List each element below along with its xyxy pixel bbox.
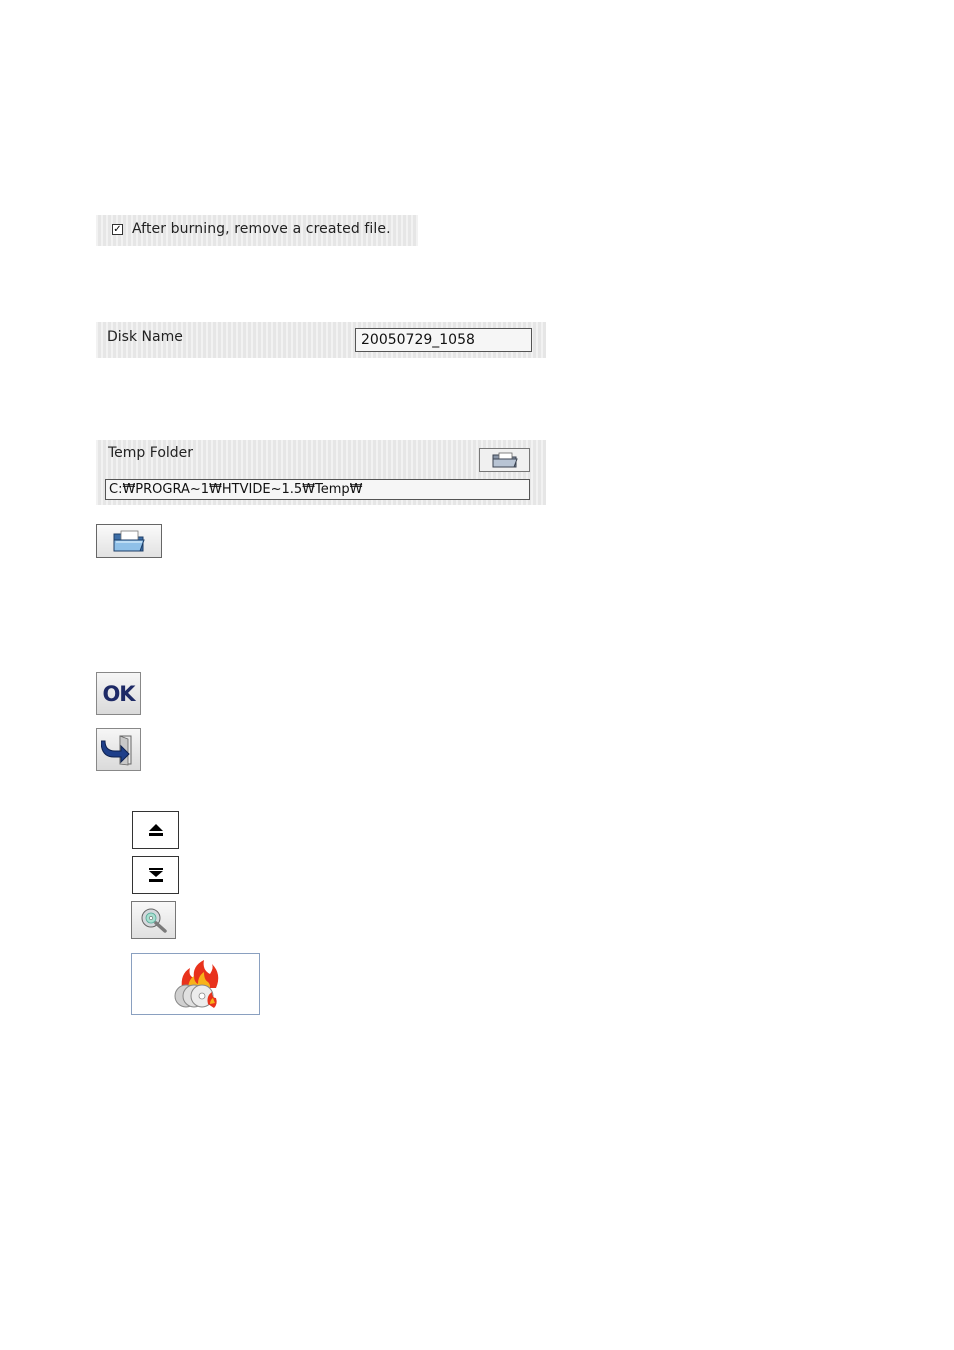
- eject-up-icon: [148, 824, 163, 836]
- ok-button-label: OK: [102, 681, 135, 706]
- burn-disc-icon: [174, 960, 218, 1008]
- ok-button[interactable]: OK: [96, 672, 141, 715]
- remove-file-option: ✓ After burning, remove a created file.: [96, 215, 418, 246]
- move-down-button[interactable]: [132, 856, 179, 894]
- disk-name-panel: Disk Name 20050729_1058: [96, 322, 546, 358]
- disc-search-button[interactable]: [131, 901, 176, 939]
- disk-name-label: Disk Name: [107, 329, 183, 345]
- exit-arrow-icon: [100, 734, 131, 765]
- move-up-button[interactable]: [132, 811, 179, 849]
- folder-open-icon: [113, 530, 145, 552]
- remove-file-label: After burning, remove a created file.: [132, 221, 391, 237]
- temp-folder-panel: Temp Folder C:₩PROGRA~1₩HTVIDE~1.5₩Temp₩: [96, 440, 546, 505]
- remove-file-checkbox[interactable]: ✓: [112, 224, 123, 235]
- folder-open-icon: [492, 452, 518, 468]
- temp-folder-path-input[interactable]: C:₩PROGRA~1₩HTVIDE~1.5₩Temp₩: [105, 479, 530, 500]
- temp-folder-label: Temp Folder: [108, 445, 194, 461]
- move-down-icon: [148, 868, 163, 882]
- burn-button[interactable]: [131, 953, 260, 1015]
- exit-button[interactable]: [96, 728, 141, 771]
- temp-folder-browse-button[interactable]: [479, 448, 530, 472]
- disc-search-icon: [141, 908, 167, 933]
- open-folder-button[interactable]: [96, 524, 162, 558]
- disk-name-input[interactable]: 20050729_1058: [355, 328, 532, 352]
